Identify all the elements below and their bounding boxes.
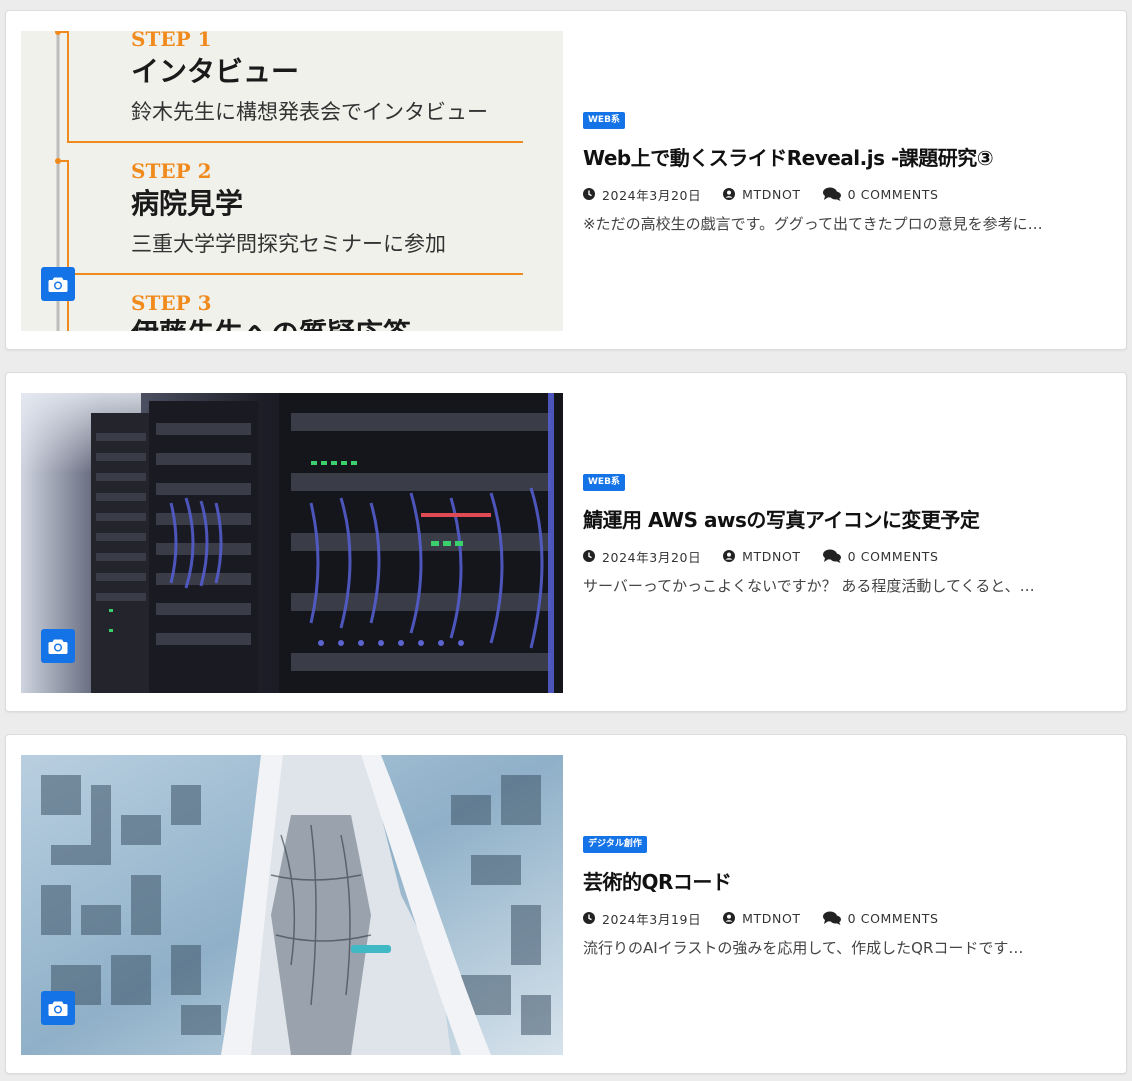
category-badge[interactable]: WEB系 — [583, 473, 625, 491]
post-comments[interactable]: 0 COMMENTS — [822, 548, 939, 564]
post-date[interactable]: 2024年3月19日 — [583, 909, 701, 928]
user-circle-icon — [723, 188, 736, 200]
post-card: STEP 1 インタビュー 鈴木先生に構想発表会でインタビュー STEP 2 病… — [5, 10, 1127, 350]
post-thumbnail[interactable] — [21, 393, 563, 693]
steps-slide-image: STEP 1 インタビュー 鈴木先生に構想発表会でインタビュー STEP 2 病… — [21, 31, 563, 331]
post-content: WEB系 鯖運用 AWS awsの写真アイコンに変更予定 2024年3月20日 … — [583, 373, 1106, 711]
user-circle-icon — [723, 550, 736, 562]
post-author-text: MTDNOT — [742, 910, 801, 926]
post-excerpt: サーバーってかっこよくないですか？ ある程度活動してくると、… — [583, 576, 1035, 595]
post-author[interactable]: MTDNOT — [723, 549, 800, 564]
post-excerpt: ※ただの高校生の戯言です。ググって出てきたプロの意見を参考に… — [583, 214, 1043, 233]
post-card: デジタル創作 芸術的QRコード 2024年3月19日 MTDNOT 0 COMM… — [5, 734, 1127, 1074]
camera-icon[interactable] — [41, 629, 75, 663]
post-comments[interactable]: 0 COMMENTS — [822, 910, 939, 926]
step-label: STEP 2 — [131, 159, 212, 183]
post-comments[interactable]: 0 COMMENTS — [822, 186, 939, 202]
camera-icon[interactable] — [41, 267, 75, 301]
post-comments-text: 0 COMMENTS — [847, 548, 939, 564]
comments-icon — [822, 911, 841, 925]
step-title: 病院見学 — [131, 187, 243, 220]
clock-icon — [583, 188, 595, 200]
post-author[interactable]: MTDNOT — [723, 911, 800, 926]
comments-icon — [822, 187, 841, 201]
post-title-link[interactable]: Web上で動くスライドReveal.js -課題研究③ — [583, 145, 1106, 171]
post-date-text: 2024年3月20日 — [602, 549, 702, 565]
post-comments-text: 0 COMMENTS — [847, 186, 939, 202]
comments-icon — [822, 549, 841, 563]
post-thumbnail[interactable] — [21, 755, 563, 1055]
step-desc: 三重大学学問探究セミナーに参加 — [131, 232, 446, 256]
post-author-text: MTDNOT — [742, 186, 801, 202]
post-card: WEB系 鯖運用 AWS awsの写真アイコンに変更予定 2024年3月20日 … — [5, 372, 1127, 712]
post-author[interactable]: MTDNOT — [723, 187, 800, 202]
camera-icon[interactable] — [41, 991, 75, 1025]
category-badge[interactable]: デジタル創作 — [583, 835, 647, 853]
post-title-link[interactable]: 鯖運用 AWS awsの写真アイコンに変更予定 — [583, 507, 1106, 533]
step-title: 伊藤先生への質疑応答 — [130, 317, 412, 331]
post-meta: 2024年3月20日 MTDNOT 0 COMMENTS — [583, 547, 1106, 566]
post-content: デジタル創作 芸術的QRコード 2024年3月19日 MTDNOT 0 COMM… — [583, 735, 1106, 1073]
post-author-text: MTDNOT — [742, 548, 801, 564]
post-date-text: 2024年3月19日 — [602, 911, 702, 927]
step-desc: 鈴木先生に構想発表会でインタビュー — [131, 100, 488, 124]
post-content: WEB系 Web上で動くスライドReveal.js -課題研究③ 2024年3月… — [583, 11, 1106, 349]
step-title: インタビュー — [131, 55, 299, 88]
ai-illustration-image — [21, 755, 563, 1055]
post-date[interactable]: 2024年3月20日 — [583, 547, 701, 566]
post-meta: 2024年3月20日 MTDNOT 0 COMMENTS — [583, 185, 1106, 204]
post-date-text: 2024年3月20日 — [602, 187, 702, 203]
step-label: STEP 1 — [131, 31, 212, 51]
server-racks-image — [21, 393, 563, 693]
clock-icon — [583, 912, 595, 924]
category-badge[interactable]: WEB系 — [583, 111, 625, 129]
post-comments-text: 0 COMMENTS — [847, 910, 939, 926]
clock-icon — [583, 550, 595, 562]
post-feed: STEP 1 インタビュー 鈴木先生に構想発表会でインタビュー STEP 2 病… — [0, 0, 1132, 1081]
step-label: STEP 3 — [131, 291, 212, 315]
user-circle-icon — [723, 912, 736, 924]
post-meta: 2024年3月19日 MTDNOT 0 COMMENTS — [583, 909, 1106, 928]
post-title-link[interactable]: 芸術的QRコード — [583, 869, 1106, 895]
post-thumbnail[interactable]: STEP 1 インタビュー 鈴木先生に構想発表会でインタビュー STEP 2 病… — [21, 31, 563, 331]
post-date[interactable]: 2024年3月20日 — [583, 185, 701, 204]
post-excerpt: 流行りのAIイラストの強みを応用して、作成したQRコードです… — [583, 938, 1024, 957]
